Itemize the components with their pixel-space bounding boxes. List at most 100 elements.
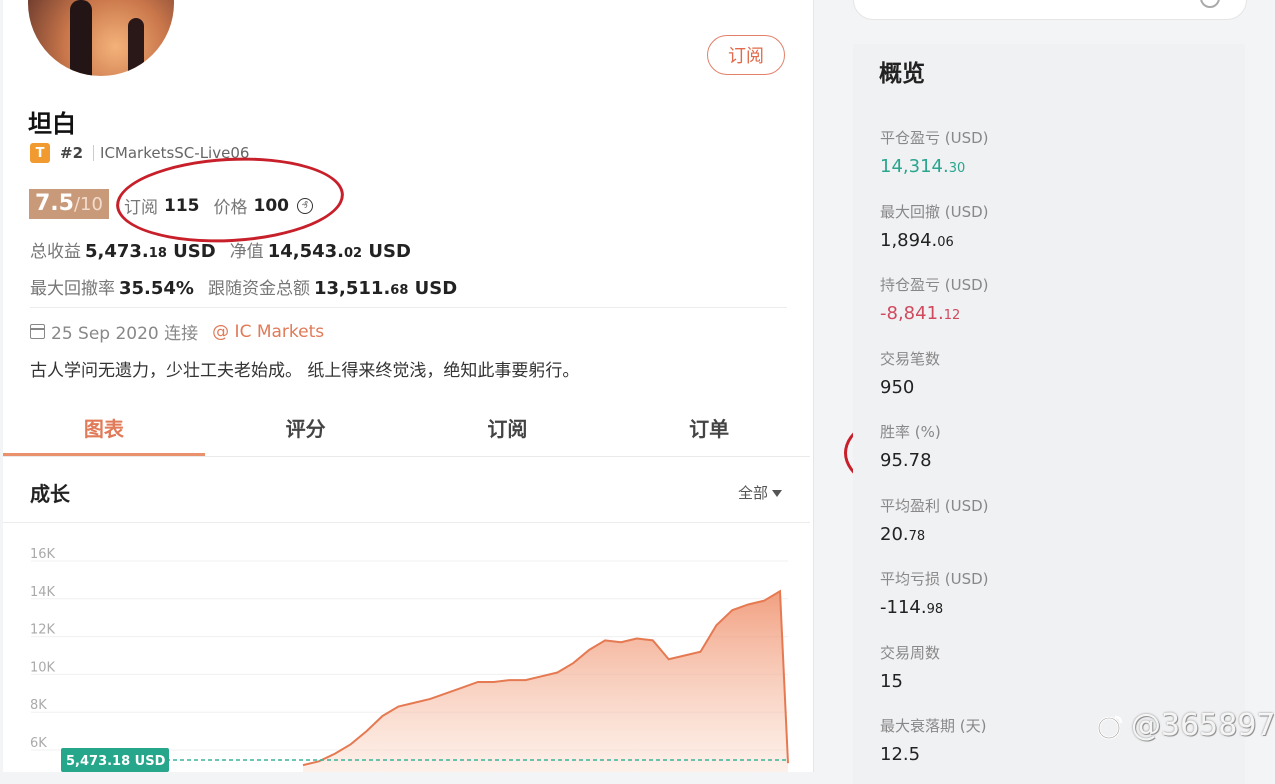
- overview-item-value-main: 15: [880, 670, 903, 692]
- overview-item: 胜率 (%) 95.78: [880, 421, 941, 471]
- overview-item: 持仓盈亏 (USD) -8,841.12: [880, 274, 989, 324]
- broker-link[interactable]: @ IC Markets: [212, 322, 324, 342]
- follow-funds-label: 跟随资金总额: [207, 279, 310, 299]
- equity-label: 净值: [229, 242, 264, 262]
- score-max: /10: [73, 194, 103, 215]
- overview-item-value: 12.5: [880, 744, 986, 765]
- overview-item-label: 交易周数: [880, 643, 941, 662]
- tabs-divider: [3, 456, 810, 457]
- profit-equity-row: 总收益 5,473.18 USD 净值 14,543.02 USD: [30, 237, 411, 262]
- overview-item-value-main: 20.: [880, 523, 909, 545]
- chevron-down-icon: [772, 490, 783, 497]
- search-bar[interactable]: [853, 0, 1247, 20]
- overview-item-value-main: 950: [880, 376, 915, 398]
- total-profit-label: 总收益: [30, 242, 81, 262]
- overview-item-value-decimal: 98: [926, 602, 944, 617]
- profile-tabs: 图表 评分 订阅 订单: [3, 398, 810, 456]
- account-server: ICMarketsSC-Live06: [100, 144, 250, 162]
- tier-badge: T: [30, 143, 50, 163]
- overview-item-value-decimal: 06: [937, 234, 954, 250]
- price-value: 100: [253, 195, 290, 216]
- follow-funds-main: 13,511.: [313, 278, 391, 299]
- overview-item-value: 15: [880, 671, 940, 692]
- y-tick-label: 16K: [30, 547, 56, 562]
- watermark-text: @3658971: [1131, 708, 1275, 743]
- tab-rating[interactable]: 评分: [205, 398, 407, 456]
- overview-item-label: 平仓盈亏 (USD): [880, 129, 989, 147]
- baseline-label: 5,473.18 USD: [66, 754, 166, 769]
- subscriptions-value: 115: [164, 195, 200, 216]
- overview-item-value: 20.78: [880, 524, 989, 545]
- score-value: 7.5: [35, 191, 74, 216]
- growth-area: [303, 591, 788, 772]
- range-dropdown[interactable]: 全部: [738, 482, 783, 503]
- score-badge: 7.5 /10: [29, 189, 109, 219]
- growth-chart[interactable]: 16K 14K 12K 10K 8K 6K 5,473.18 USD: [3, 530, 810, 772]
- overview-item-label: 平均盈利 (USD): [880, 496, 989, 515]
- total-profit-decimal: 18: [148, 246, 167, 261]
- y-tick-label: 14K: [30, 585, 56, 600]
- overview-item-value: 950: [880, 377, 940, 398]
- subscriptions-label: 订阅: [124, 198, 158, 218]
- range-label: 全部: [738, 484, 769, 502]
- tab-subscribe[interactable]: 订阅: [407, 398, 609, 456]
- rank-label: #2: [60, 144, 84, 162]
- overview-item-value: 95.78: [880, 450, 941, 471]
- overview-item-value-main: 1,894.: [880, 229, 938, 251]
- growth-divider: [3, 522, 810, 523]
- overview-item: 交易笔数 950: [880, 348, 940, 398]
- calendar-icon: [30, 324, 45, 339]
- overview-item-value: -8,841.12: [880, 303, 989, 324]
- trader-bio: 古人学问无遗力，少壮工夫老始成。 纸上得来终觉浅，绝知此事要躬行。: [30, 361, 580, 381]
- overview-item-label: 平均亏损 (USD): [880, 570, 989, 588]
- overview-item: 最大衰落期 (天) 12.5: [880, 715, 986, 765]
- meta-separator: [93, 145, 95, 161]
- follow-funds-unit: USD: [414, 278, 458, 299]
- overview-item-value: -114.98: [880, 597, 989, 618]
- overview-item: 最大回撤 (USD) 1,894.06: [880, 201, 989, 251]
- subscription-stats: 订阅 115 价格 100 ₰: [124, 193, 313, 218]
- follow-funds-decimal: 68: [390, 283, 409, 298]
- overview-item-label: 最大衰落期 (天): [880, 717, 987, 735]
- overview-item-value: 1,894.06: [880, 230, 989, 251]
- overview-item-value-main: -114.: [880, 597, 927, 618]
- overview-item-value-decimal: 30: [948, 161, 966, 176]
- total-profit-main: 5,473.: [85, 241, 149, 262]
- price-label: 价格: [213, 198, 248, 218]
- subscribe-button[interactable]: 订阅: [707, 35, 785, 75]
- total-profit-unit: USD: [173, 241, 216, 262]
- overview-item: 交易周数 15: [880, 642, 940, 692]
- profile-divider: [30, 307, 787, 308]
- weibo-logo-icon: [1097, 715, 1123, 739]
- equity-main: 14,543.: [267, 241, 344, 262]
- overview-item-value-main: 95.78: [880, 450, 932, 471]
- trader-name: 坦白: [28, 110, 76, 138]
- coin-icon: ₰: [297, 197, 313, 214]
- overview-item: 平均盈利 (USD) 20.78: [880, 495, 989, 545]
- drawdown-funds-row: 最大回撤率 35.54% 跟随资金总额 13,511.68 USD: [30, 274, 457, 299]
- overview-item-label: 胜率 (%): [880, 423, 941, 441]
- overview-item: 平均亏损 (USD) -114.98: [880, 568, 989, 618]
- connection-date-row: 25 Sep 2020 连接 @ IC Markets: [30, 319, 324, 344]
- overview-item-value-decimal: 78: [908, 528, 926, 544]
- max-drawdown-label: 最大回撤率: [30, 279, 115, 299]
- tab-chart[interactable]: 图表: [3, 398, 205, 456]
- overview-title: 概览: [879, 61, 925, 87]
- equity-unit: USD: [368, 241, 411, 262]
- trader-meta: T #2 ICMarketsSC-Live06: [30, 143, 249, 163]
- connection-date: 25 Sep 2020 连接: [51, 324, 199, 344]
- overview-item-label: 交易笔数: [880, 349, 941, 368]
- overview-item-label: 持仓盈亏 (USD): [880, 276, 989, 294]
- y-tick-label: 8K: [30, 698, 47, 713]
- overview-item-value-main: 12.5: [880, 744, 921, 765]
- overview-item-value: 14,314.30: [880, 156, 989, 177]
- y-tick-label: 12K: [30, 623, 56, 638]
- max-drawdown-value: 35.54%: [119, 278, 194, 299]
- y-tick-label: 10K: [30, 660, 56, 675]
- overview-item-value-main: -8,841.: [880, 303, 944, 324]
- overview-item: 平仓盈亏 (USD) 14,314.30: [880, 127, 989, 177]
- overview-item-value-main: 14,314.: [880, 156, 949, 177]
- tab-orders[interactable]: 订单: [608, 398, 810, 456]
- equity-decimal: 02: [344, 246, 363, 261]
- watermark: @3658971: [1095, 708, 1275, 743]
